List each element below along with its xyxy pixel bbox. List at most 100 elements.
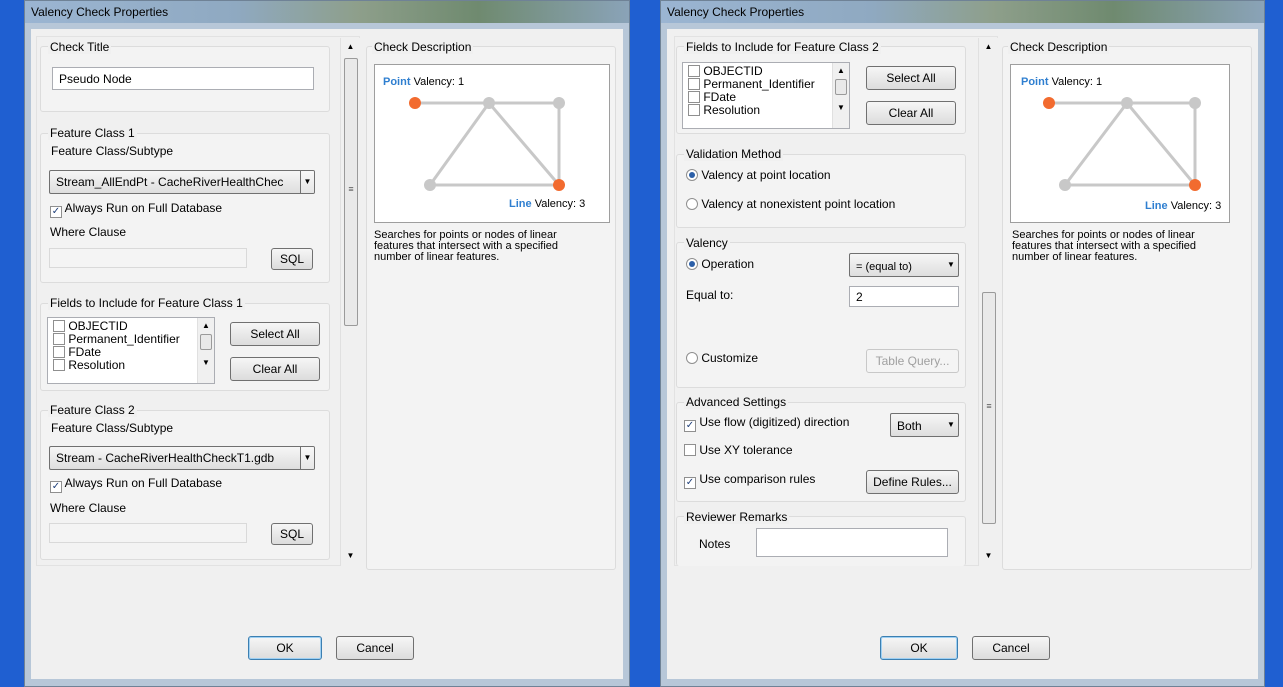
checkbox-icon[interactable] [688, 78, 700, 90]
fc2-where-input[interactable] [49, 523, 247, 543]
chevron-down-icon[interactable]: ▼ [300, 447, 314, 469]
scroll-up-icon[interactable]: ▲ [198, 321, 214, 330]
fields1-clear-all-button[interactable]: Clear All [230, 357, 320, 381]
radio-icon[interactable] [686, 352, 698, 364]
right-cancel-button[interactable]: Cancel [972, 636, 1050, 660]
flow-direction-combo[interactable]: Both ▼ [890, 413, 959, 437]
fields1-listbox[interactable]: OBJECTID Permanent_Identifier FDate Reso… [47, 317, 215, 384]
fc2-subtype-label: Feature Class/Subtype [51, 421, 174, 435]
feature-class-2-label: Feature Class 2 [48, 403, 137, 417]
list-item[interactable]: Resolution [50, 359, 196, 372]
checkbox-icon[interactable] [53, 346, 65, 358]
fc1-where-label: Where Clause [50, 225, 127, 239]
radio-icon[interactable] [686, 198, 698, 210]
list-item-label: OBJECTID [68, 319, 128, 333]
fc1-where-input[interactable] [49, 248, 247, 268]
fc2-sql-button[interactable]: SQL [271, 523, 313, 545]
checkbox-icon[interactable] [53, 333, 65, 345]
equal-to-input[interactable]: 2 [849, 286, 959, 307]
scroll-thumb[interactable] [835, 79, 847, 95]
checkbox-checked-icon[interactable]: ✓ [684, 420, 696, 432]
customize-radio[interactable]: Customize [686, 351, 758, 365]
flow-direction-label: Use flow (digitized) direction [699, 415, 850, 429]
left-ok-button[interactable]: OK [248, 636, 322, 660]
xy-tolerance-label: Use XY tolerance [699, 443, 793, 457]
operation-label: Operation [701, 257, 755, 271]
comparison-rules-checkbox[interactable]: ✓ Use comparison rules [684, 472, 815, 489]
fc1-sql-button[interactable]: SQL [271, 248, 313, 270]
scroll-down-icon[interactable]: ▼ [341, 551, 360, 560]
fields2-scrollbar[interactable]: ▲ ▼ [832, 63, 849, 128]
left-cancel-button[interactable]: Cancel [336, 636, 414, 660]
scroll-down-icon[interactable]: ▼ [198, 358, 214, 367]
fc2-always-run[interactable]: ✓ Always Run on Full Database [50, 476, 222, 493]
right-panel-scrollbar[interactable]: ▲ ≡ ▼ [978, 38, 998, 566]
comparison-rules-label: Use comparison rules [699, 472, 816, 486]
line-node-icon [1189, 179, 1201, 191]
chevron-down-icon[interactable]: ▼ [300, 171, 314, 193]
checkbox-icon[interactable] [53, 359, 65, 371]
fields2-select-all-button[interactable]: Select All [866, 66, 956, 90]
scroll-down-icon[interactable]: ▼ [833, 103, 849, 112]
line-valency-label: Line Valency: 3 [509, 198, 585, 210]
chevron-down-icon[interactable]: ▼ [944, 414, 958, 436]
left-panel-scrollbar[interactable]: ▲ ≡ ▼ [340, 38, 360, 566]
notes-input[interactable] [756, 528, 948, 557]
right-valency-diagram: Point Valency: 1 Line Valency: 3 [1010, 64, 1230, 223]
scroll-up-icon[interactable]: ▲ [979, 42, 998, 51]
line-word: Line [509, 198, 532, 210]
validation-opt1[interactable]: Valency at point location [686, 168, 831, 182]
right-description-label: Check Description [1008, 40, 1110, 54]
scroll-up-icon[interactable]: ▲ [833, 66, 849, 75]
define-rules-button[interactable]: Define Rules... [866, 470, 959, 494]
radio-selected-icon[interactable] [686, 258, 698, 270]
checkbox-icon[interactable] [688, 104, 700, 116]
feature-class-1-label: Feature Class 1 [48, 126, 137, 140]
operation-radio[interactable]: Operation [686, 257, 754, 271]
fields2-listbox[interactable]: OBJECTID Permanent_Identifier FDate Reso… [682, 62, 850, 129]
window-title: Valency Check Properties [31, 5, 169, 19]
table-query-button[interactable]: Table Query... [866, 349, 959, 373]
checkbox-checked-icon[interactable]: ✓ [684, 477, 696, 489]
checkbox-icon[interactable] [684, 444, 696, 456]
xy-tolerance-checkbox[interactable]: Use XY tolerance [684, 443, 793, 457]
chevron-down-icon[interactable]: ▼ [944, 254, 958, 276]
scroll-thumb[interactable]: ≡ [982, 292, 996, 524]
scroll-thumb[interactable] [200, 334, 212, 350]
title-bar[interactable]: Valency Check Properties [25, 1, 629, 23]
checkbox-checked-icon[interactable]: ✓ [50, 481, 62, 493]
scroll-thumb[interactable]: ≡ [344, 58, 358, 326]
fc1-subtype-combo[interactable]: Stream_AllEndPt - CacheRiverHealthChec ▼ [49, 170, 315, 194]
validation-method-group [676, 154, 966, 228]
fc2-subtype-combo[interactable]: Stream - CacheRiverHealthCheckT1.gdb ▼ [49, 446, 315, 470]
point-valency: Valency: 1 [1051, 76, 1103, 88]
radio-selected-icon[interactable] [686, 169, 698, 181]
list-item-label: Permanent_Identifier [68, 332, 180, 346]
scroll-up-icon[interactable]: ▲ [341, 42, 360, 51]
fields1-scrollbar[interactable]: ▲ ▼ [197, 318, 214, 383]
checkbox-checked-icon[interactable]: ✓ [50, 206, 62, 218]
fields2-label: Fields to Include for Feature Class 2 [684, 40, 881, 54]
scroll-down-icon[interactable]: ▼ [979, 551, 998, 560]
validation-opt2-label: Valency at nonexistent point location [701, 197, 896, 211]
list-item[interactable]: Resolution [685, 104, 831, 117]
fc1-always-run[interactable]: ✓ Always Run on Full Database [50, 201, 222, 218]
title-bar[interactable]: Valency Check Properties [661, 1, 1264, 23]
list-item-label: Permanent_Identifier [703, 77, 815, 91]
customize-label: Customize [701, 351, 759, 365]
operation-combo[interactable]: = (equal to) ▼ [849, 253, 959, 277]
flow-direction-checkbox[interactable]: ✓ Use flow (digitized) direction [684, 415, 849, 432]
fields2-clear-all-button[interactable]: Clear All [866, 101, 956, 125]
validation-opt2[interactable]: Valency at nonexistent point location [686, 197, 895, 211]
checkbox-icon[interactable] [53, 320, 65, 332]
left-valency-diagram: Point Valency: 1 Line Valency: 3 [374, 64, 610, 223]
fields1-select-all-button[interactable]: Select All [230, 322, 320, 346]
fc2-always-run-label: Always Run on Full Database [64, 476, 223, 490]
list-item-label: Resolution [703, 103, 761, 117]
right-ok-button[interactable]: OK [880, 636, 958, 660]
fields1-label: Fields to Include for Feature Class 1 [48, 296, 245, 310]
left-description-text: Searches for points or nodes of linear f… [374, 229, 559, 263]
check-title-input[interactable]: Pseudo Node [52, 67, 314, 90]
checkbox-icon[interactable] [688, 65, 700, 77]
checkbox-icon[interactable] [688, 91, 700, 103]
